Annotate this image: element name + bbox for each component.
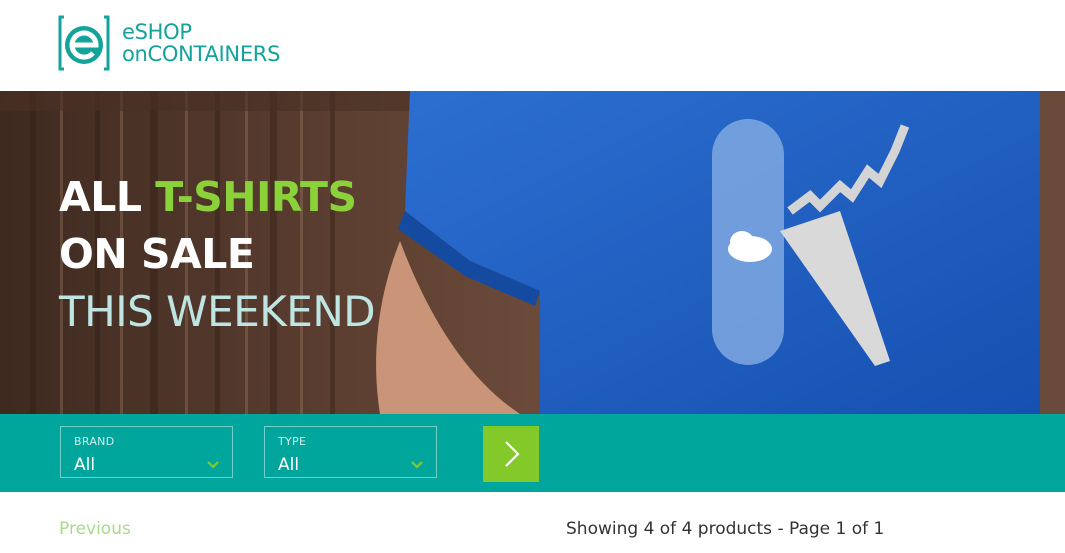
- hero-line-2: ON SALE: [59, 230, 255, 278]
- hero-line-3: THIS WEEKEND: [59, 287, 376, 336]
- logo-line-eshop: eSHOP: [122, 20, 192, 44]
- hero-line-1-accent: T-SHIRTS: [155, 173, 357, 221]
- chevron-right-icon: [505, 441, 520, 467]
- type-filter-label: TYPE: [278, 435, 307, 448]
- apply-filter-button[interactable]: [483, 426, 539, 482]
- brand-filter-label: BRAND: [74, 435, 115, 448]
- logo-line-oncontainers: onCONTAINERS: [122, 42, 281, 66]
- brand-filter-select[interactable]: BRAND All: [60, 426, 233, 478]
- type-filter-value: All: [278, 455, 300, 475]
- hero-line-1-start: ALL: [59, 173, 156, 221]
- brand-filter-value: All: [74, 455, 96, 475]
- type-filter-select[interactable]: TYPE All: [264, 426, 437, 478]
- chevron-down-icon: [207, 461, 219, 469]
- eshop-logo[interactable]: eSHOP onCONTAINERS: [58, 14, 280, 72]
- hero-line-1: ALL T-SHIRTS: [59, 169, 375, 226]
- chevron-down-icon: [411, 461, 423, 469]
- site-header: eSHOP onCONTAINERS: [0, 0, 1065, 91]
- pagination-status: Showing 4 of 4 products - Page 1 of 1: [566, 519, 885, 539]
- previous-page-link[interactable]: Previous: [59, 519, 131, 539]
- catalog-filter-bar: BRAND All TYPE All: [0, 414, 1065, 492]
- logo-e-icon: [58, 15, 110, 71]
- hero-banner: ALL T-SHIRTS ON SALE THIS WEEKEND: [0, 91, 1065, 414]
- hero-headline: ALL T-SHIRTS ON SALE THIS WEEKEND: [59, 169, 376, 340]
